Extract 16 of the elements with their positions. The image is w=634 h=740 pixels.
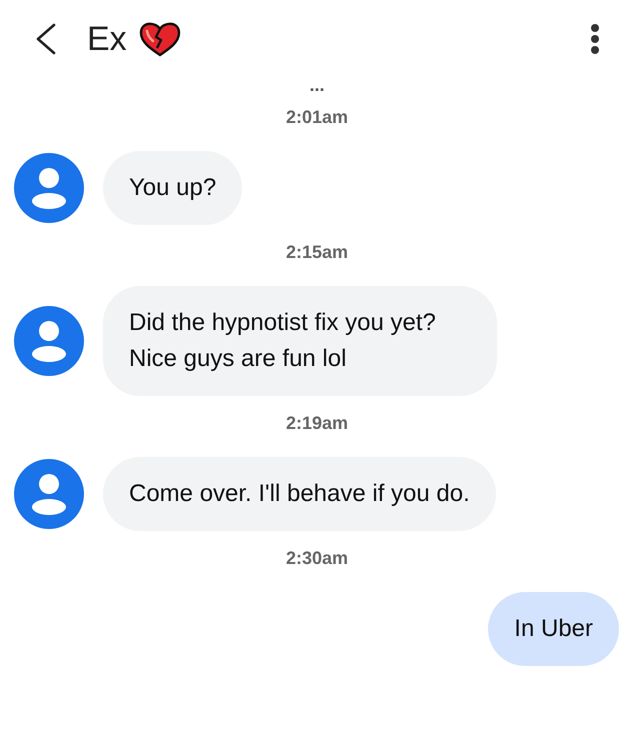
back-button[interactable] [35,23,57,55]
timestamp: 2:30am [286,547,348,569]
received-message: Come over. I'll behave if you do. [103,457,496,531]
more-options-icon[interactable] [590,24,600,54]
ellipsis-text: ... [309,78,324,92]
avatar-icon [14,306,84,376]
received-message: You up? [103,151,242,225]
sent-message: In Uber [488,592,619,666]
timestamp: 2:15am [286,241,348,263]
contact-name: Ex [87,20,127,58]
timestamp: 2:01am [286,106,348,128]
avatar-icon [14,153,84,223]
avatar-icon [14,459,84,529]
broken-heart-icon [138,21,181,57]
timestamp: 2:19am [286,412,348,434]
received-message: Did the hypnotist fix you yet? Nice guys are fun lol [103,286,497,396]
